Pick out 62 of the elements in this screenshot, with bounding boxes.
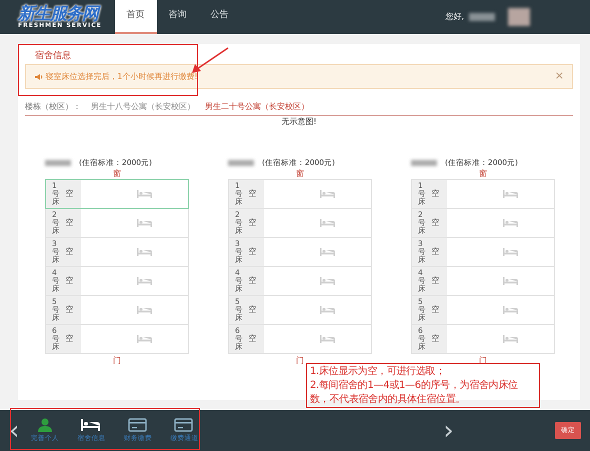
redacted-name	[45, 160, 71, 166]
panel-title: 宿舍信息	[35, 50, 71, 63]
bed-status: 空	[432, 217, 440, 229]
bed-icon	[320, 189, 336, 199]
bed-icon	[320, 305, 336, 315]
bed-icon	[502, 189, 518, 199]
bed-icon	[502, 334, 518, 344]
bed-status: 空	[248, 275, 256, 287]
no-diagram-text: 无示意图!	[280, 116, 318, 128]
nav-tab[interactable]: 首页	[114, 0, 156, 34]
bed-status: 空	[66, 333, 74, 345]
building-option[interactable]: 男生二十号公寓（长安校区）	[205, 101, 309, 113]
bed-icon	[320, 218, 336, 228]
bed-icon	[320, 276, 336, 286]
bed-status: 空	[248, 188, 256, 200]
bed-status: 空	[248, 217, 256, 229]
bed-status: 空	[66, 246, 74, 258]
bed-status: 空	[66, 304, 74, 316]
bed-icon	[136, 334, 152, 344]
alert-message: 寝室床位选择完后，1个小时候再进行缴费!	[45, 70, 198, 82]
bed-icon	[320, 334, 336, 344]
bed-status: 空	[66, 275, 74, 287]
redacted-name	[468, 13, 494, 21]
bed-icon	[136, 189, 152, 199]
door-label: 门	[113, 356, 121, 365]
bed-status: 空	[432, 333, 440, 345]
building-label: 楼栋（校区）：	[25, 101, 81, 113]
door-label: 门	[296, 356, 304, 365]
speaker-icon	[34, 72, 43, 80]
greeting: 您好,	[445, 11, 464, 23]
logo-text: 新生服务网	[18, 6, 98, 22]
note-line: 2.每间宿舍的1—4或1—6的序号，为宿舍内床位数，不代表宿舍内的具体住宿位置。	[310, 379, 519, 407]
previous-button[interactable]: ‹	[9, 418, 20, 444]
nav-tab[interactable]: 公告	[198, 0, 240, 34]
avatar[interactable]	[508, 8, 530, 26]
bed-status: 空	[248, 304, 256, 316]
window-label: 窗	[296, 169, 304, 178]
bed-status: 空	[66, 188, 74, 200]
bed-icon	[136, 276, 152, 286]
bed-icon	[502, 247, 518, 257]
bed-status: 空	[432, 275, 440, 287]
nav-tab[interactable]: 咨询	[156, 0, 198, 34]
note-line: 1.床位显示为空，可进行选取；	[310, 365, 446, 379]
window-label: 窗	[113, 169, 121, 178]
bed-status: 空	[432, 246, 440, 258]
bed-icon	[502, 305, 518, 315]
bed-icon	[136, 305, 152, 315]
bed-status: 空	[66, 217, 74, 229]
redacted-name	[411, 160, 437, 166]
building-option[interactable]: 男生十八号公寓（长安校区）	[91, 101, 195, 113]
next-button[interactable]: ›	[443, 418, 454, 444]
bed-icon	[320, 247, 336, 257]
bed-status: 空	[432, 304, 440, 316]
bed-status: 空	[432, 188, 440, 200]
bed-icon	[502, 218, 518, 228]
window-label: 窗	[479, 169, 487, 178]
bed-icon	[136, 218, 152, 228]
bed-icon	[136, 247, 152, 257]
bed-status: 空	[248, 246, 256, 258]
bed-icon	[502, 276, 518, 286]
bed-status: 空	[248, 333, 256, 345]
redacted-name	[228, 160, 254, 166]
